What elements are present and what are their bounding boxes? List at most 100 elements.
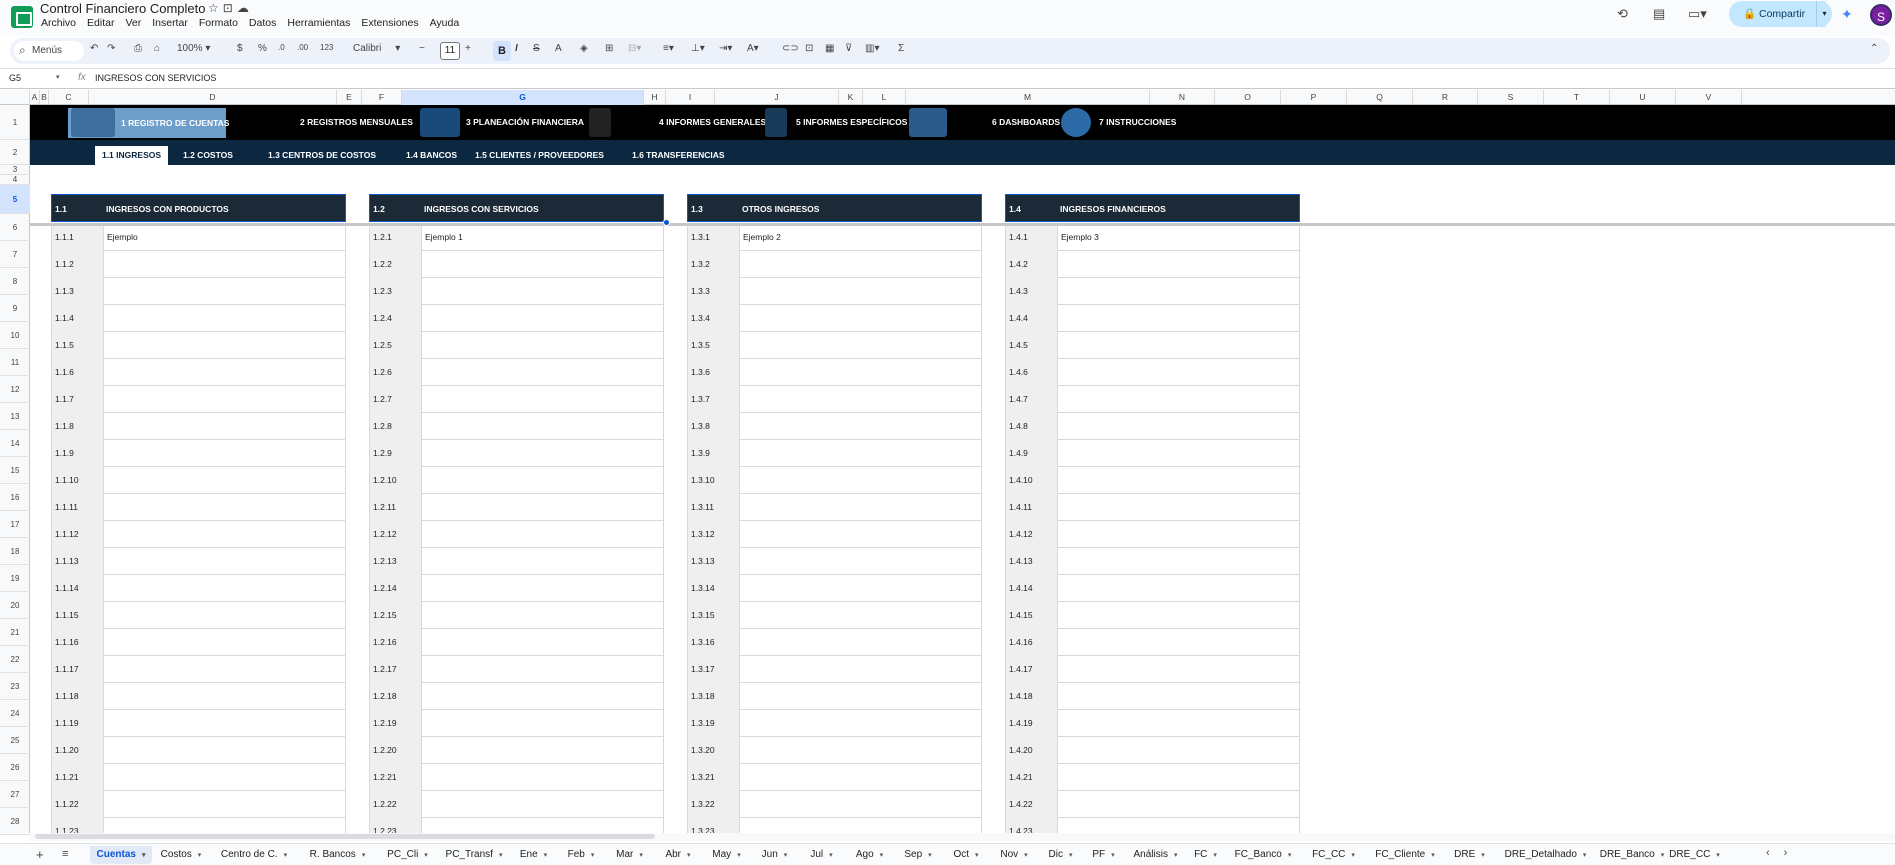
sub-nav-item-6[interactable]: 1.6 TRANSFERENCIAS — [632, 146, 725, 165]
account-name-cell[interactable] — [740, 818, 982, 833]
row-header-9[interactable]: 9 — [0, 295, 30, 322]
paint-format-icon[interactable]: ⌂ — [154, 43, 160, 54]
sheets-logo-icon[interactable] — [11, 6, 33, 28]
account-code-cell[interactable]: 1.1.6 — [51, 359, 104, 386]
filter-icon[interactable]: ⊽ — [845, 43, 852, 54]
borders-icon[interactable]: ⊞ — [605, 43, 613, 54]
row-header-15[interactable]: 15 — [0, 457, 30, 484]
account-code-cell[interactable]: 1.2.13 — [369, 548, 422, 575]
chevron-down-icon[interactable]: ▾ — [1111, 852, 1115, 859]
block-header-2[interactable]: 1.2 INGRESOS CON SERVICIOS — [369, 194, 664, 222]
nav-item-3[interactable]: 3 PLANEACIÓN FINANCIERA — [466, 105, 584, 140]
account-code-cell[interactable]: 1.3.7 — [687, 386, 740, 413]
account-code-cell[interactable]: 1.2.3 — [369, 278, 422, 305]
chevron-down-icon[interactable]: ▾ — [284, 852, 288, 859]
column-header-n[interactable]: N — [1150, 90, 1215, 105]
sub-nav-item-1[interactable]: 1.1 INGRESOS — [95, 146, 168, 165]
menu-insertar[interactable]: Insertar — [152, 17, 188, 29]
account-code-cell[interactable]: 1.1.21 — [51, 764, 104, 791]
sheet-tab[interactable]: Costos ▾ — [152, 846, 210, 864]
row-header-8[interactable]: 8 — [0, 268, 30, 295]
sheet-tab[interactable]: Nov ▾ — [990, 846, 1038, 864]
account-name-cell[interactable] — [104, 656, 346, 683]
account-name-cell[interactable] — [1058, 737, 1300, 764]
account-name-cell[interactable] — [422, 764, 664, 791]
account-code-cell[interactable]: 1.1.5 — [51, 332, 104, 359]
account-code-cell[interactable]: 1.4.6 — [1005, 359, 1058, 386]
chevron-down-icon[interactable]: ▾ — [737, 852, 741, 859]
account-name-cell[interactable] — [104, 764, 346, 791]
account-code-cell[interactable]: 1.3.21 — [687, 764, 740, 791]
account-name-cell[interactable] — [740, 440, 982, 467]
account-name-cell[interactable] — [740, 683, 982, 710]
nav-item-2[interactable]: 2 REGISTROS MENSUALES — [300, 105, 413, 140]
account-name-cell[interactable] — [422, 575, 664, 602]
insert-chart-icon[interactable]: ▦ — [825, 43, 834, 54]
column-header-c[interactable]: C — [49, 90, 89, 105]
column-header-h[interactable]: H — [644, 90, 666, 105]
account-code-cell[interactable]: 1.1.1 — [51, 224, 104, 251]
chevron-left-icon[interactable]: ‹ — [1766, 847, 1784, 859]
account-name-cell[interactable] — [104, 791, 346, 818]
account-name-cell[interactable] — [1058, 764, 1300, 791]
name-box-dropdown-icon[interactable]: ▾ — [56, 73, 60, 81]
nav-item-4[interactable]: 4 INFORMES GENERALES — [659, 105, 766, 140]
sub-nav-item-2[interactable]: 1.2 COSTOS — [183, 146, 233, 165]
sheet-tab[interactable]: Sep ▾ — [894, 846, 942, 864]
account-name-cell[interactable] — [1058, 602, 1300, 629]
sheet-tab[interactable]: Dic ▾ — [1038, 846, 1083, 864]
sheet-tab[interactable]: Abr ▾ — [654, 846, 702, 864]
chevron-down-icon[interactable]: ▾ — [829, 852, 833, 859]
account-name-cell[interactable] — [1058, 467, 1300, 494]
account-name-cell[interactable] — [104, 467, 346, 494]
account-code-cell[interactable]: 1.2.10 — [369, 467, 422, 494]
redo-icon[interactable]: ↷ — [107, 43, 115, 54]
row-header-3[interactable]: 3 — [0, 165, 30, 175]
account-code-cell[interactable]: 1.1.22 — [51, 791, 104, 818]
sheet-tab[interactable]: Centro de C. ▾ — [210, 846, 298, 864]
row-header-26[interactable]: 26 — [0, 754, 30, 781]
chevron-down-icon[interactable]: ▾ — [687, 852, 691, 859]
share-dropdown-button[interactable]: ▾ — [1816, 1, 1832, 27]
comments-icon[interactable]: ▤ — [1653, 6, 1665, 22]
block-header-3[interactable]: 1.3 OTROS INGRESOS — [687, 194, 982, 222]
add-sheet-icon[interactable]: + — [36, 847, 44, 862]
account-name-cell[interactable] — [422, 710, 664, 737]
account-name-cell[interactable] — [740, 467, 982, 494]
account-code-cell[interactable]: 1.2.1 — [369, 224, 422, 251]
account-code-cell[interactable]: 1.4.17 — [1005, 656, 1058, 683]
account-name-cell[interactable] — [422, 251, 664, 278]
filter-views-icon[interactable]: ▥▾ — [865, 43, 879, 54]
menu-datos[interactable]: Datos — [249, 17, 276, 29]
account-code-cell[interactable]: 1.4.7 — [1005, 386, 1058, 413]
chevron-down-icon[interactable]: ▾ — [1024, 852, 1028, 859]
account-code-cell[interactable]: 1.1.14 — [51, 575, 104, 602]
chevron-down-icon[interactable]: ▾ — [362, 852, 366, 859]
currency-button[interactable]: $ — [237, 43, 243, 54]
row-header-16[interactable]: 16 — [0, 484, 30, 511]
tab-scroll-arrows[interactable]: ‹› — [1766, 847, 1801, 859]
account-name-cell[interactable] — [104, 413, 346, 440]
account-name-cell[interactable] — [104, 332, 346, 359]
account-name-cell[interactable] — [740, 602, 982, 629]
account-code-cell[interactable]: 1.3.6 — [687, 359, 740, 386]
merge-cells-icon[interactable]: ⊟▾ — [628, 43, 641, 54]
chevron-down-icon[interactable]: ▾ — [198, 852, 202, 859]
account-name-cell[interactable] — [104, 440, 346, 467]
freeze-divider[interactable] — [30, 223, 1895, 226]
account-name-cell[interactable] — [1058, 791, 1300, 818]
account-name-cell[interactable] — [422, 683, 664, 710]
account-code-cell[interactable]: 1.3.17 — [687, 656, 740, 683]
chevron-down-icon[interactable]: ▾ — [1174, 852, 1178, 859]
account-name-cell[interactable] — [104, 575, 346, 602]
account-code-cell[interactable]: 1.4.9 — [1005, 440, 1058, 467]
column-header-e[interactable]: E — [337, 90, 362, 105]
account-name-cell[interactable] — [422, 359, 664, 386]
row-header-18[interactable]: 18 — [0, 538, 30, 565]
account-code-cell[interactable]: 1.4.19 — [1005, 710, 1058, 737]
gemini-icon[interactable]: ✦ — [1841, 6, 1853, 23]
account-name-cell[interactable] — [740, 710, 982, 737]
account-name-cell[interactable] — [104, 494, 346, 521]
sheet-tab[interactable]: FC_Cliente ▾ — [1365, 846, 1445, 864]
account-code-cell[interactable]: 1.3.5 — [687, 332, 740, 359]
